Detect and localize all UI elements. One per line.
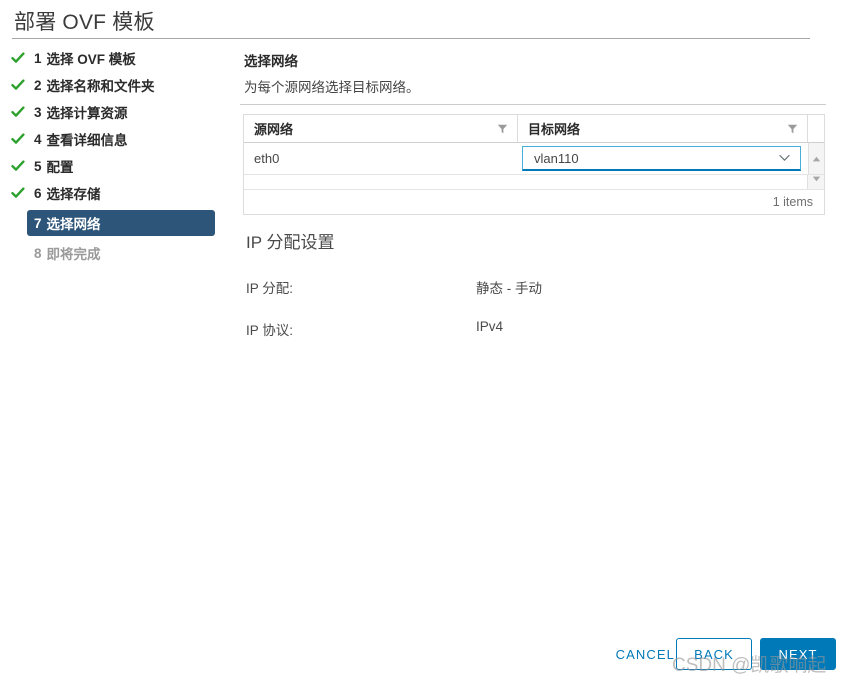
column-header-source-network-label: 源网络 (254, 122, 294, 137)
sidebar-step-6-number: 6 (34, 185, 42, 201)
cancel-button[interactable]: CANCEL (610, 641, 681, 669)
table-empty-row (244, 175, 824, 190)
sidebar-step-1-number: 1 (34, 50, 42, 66)
table-footer: 1 items (244, 190, 824, 214)
back-button[interactable]: BACK (676, 638, 752, 670)
sidebar-step-7-label: 选择网络 (46, 217, 101, 232)
table-scroll-spinner-down[interactable] (807, 175, 824, 189)
table-scroll-spinner[interactable] (808, 143, 824, 174)
sidebar-step-2[interactable]: 2 选择名称和文件夹 (0, 75, 232, 95)
ip-allocation-title: IP 分配设置 (246, 233, 335, 252)
ip-allocation-settings: IP 分配设置 IP 分配: 静态 - 手动 IP 协议: IPv4 (246, 228, 806, 361)
sidebar-step-3-label: 选择计算资源 (46, 106, 128, 121)
ip-allocation-label: IP 分配: (246, 281, 294, 296)
chevron-down-icon (779, 154, 790, 161)
sidebar-step-2-label: 选择名称和文件夹 (46, 79, 155, 94)
table-empty-row-fill (244, 175, 807, 189)
sidebar-step-5[interactable]: 5 配置 (0, 156, 232, 176)
section-subtitle: 为每个源网络选择目标网络。 (244, 80, 420, 95)
column-header-source-network[interactable]: 源网络 (244, 115, 518, 142)
scroll-down-icon[interactable] (812, 176, 821, 182)
sidebar-step-3-number: 3 (34, 104, 42, 120)
sidebar-step-2-number: 2 (34, 77, 42, 93)
table-header-row: 源网络 目标网络 (244, 115, 824, 143)
ip-protocol-value: IPv4 (476, 319, 504, 334)
sidebar-step-4-label: 查看详细信息 (46, 133, 128, 148)
column-header-target-network[interactable]: 目标网络 (518, 115, 808, 142)
section-divider (240, 104, 826, 105)
sidebar-step-1[interactable]: 1 选择 OVF 模板 (0, 48, 232, 68)
sidebar-step-7[interactable]: 7 选择网络 (27, 210, 215, 236)
ip-allocation-value: 静态 - 手动 (476, 281, 542, 296)
filter-icon[interactable] (787, 123, 798, 134)
scroll-up-icon[interactable] (812, 156, 821, 162)
network-mapping-table: 源网络 目标网络 eth0 vlan110 1 items (243, 114, 825, 215)
ip-protocol-row: IP 协议: IPv4 (246, 319, 806, 341)
sidebar-step-4-number: 4 (34, 131, 42, 147)
column-header-target-network-label: 目标网络 (528, 122, 581, 137)
check-icon (11, 79, 25, 90)
main-content: 选择网络 为每个源网络选择目标网络。 源网络 目标网络 eth0 vlan110 (236, 50, 826, 215)
sidebar-step-3[interactable]: 3 选择计算资源 (0, 102, 232, 122)
filter-icon[interactable] (497, 123, 508, 134)
sidebar-step-5-label: 配置 (46, 160, 74, 175)
cell-target-network: vlan110 (518, 143, 808, 174)
wizard-header: 部署 OVF 模板 (0, 0, 841, 41)
page-title: 部署 OVF 模板 (14, 11, 155, 34)
target-network-select-value: vlan110 (534, 150, 579, 166)
cell-source-network: eth0 (254, 151, 280, 166)
ip-allocation-row: IP 分配: 静态 - 手动 (246, 277, 806, 299)
check-icon (11, 187, 25, 198)
sidebar-step-8[interactable]: 8 即将完成 (0, 243, 232, 263)
section-heading: 选择网络 (244, 54, 298, 69)
sidebar-step-7-number: 7 (34, 215, 42, 231)
target-network-select[interactable]: vlan110 (522, 146, 801, 171)
check-icon (11, 133, 25, 144)
next-button[interactable]: NEXT (760, 638, 836, 670)
check-icon (11, 106, 25, 117)
table-item-count: 1 items (772, 195, 813, 209)
sidebar-step-8-number: 8 (34, 245, 42, 261)
header-divider (12, 38, 810, 39)
table-header-spinner-spacer (808, 115, 824, 142)
sidebar-step-1-label: 选择 OVF 模板 (46, 52, 136, 67)
sidebar-step-4[interactable]: 4 查看详细信息 (0, 129, 232, 149)
sidebar-step-8-label: 即将完成 (46, 247, 101, 262)
sidebar-step-6-label: 选择存储 (46, 187, 101, 202)
check-icon (11, 52, 25, 63)
wizard-steps-sidebar: 1 选择 OVF 模板 2 选择名称和文件夹 3 选择计算资源 4 查看详细信息… (0, 48, 232, 270)
ip-protocol-label: IP 协议: (246, 323, 294, 338)
sidebar-step-6[interactable]: 6 选择存储 (0, 183, 232, 203)
check-icon (11, 160, 25, 171)
sidebar-step-5-number: 5 (34, 158, 42, 174)
table-row[interactable]: eth0 vlan110 (244, 143, 824, 175)
